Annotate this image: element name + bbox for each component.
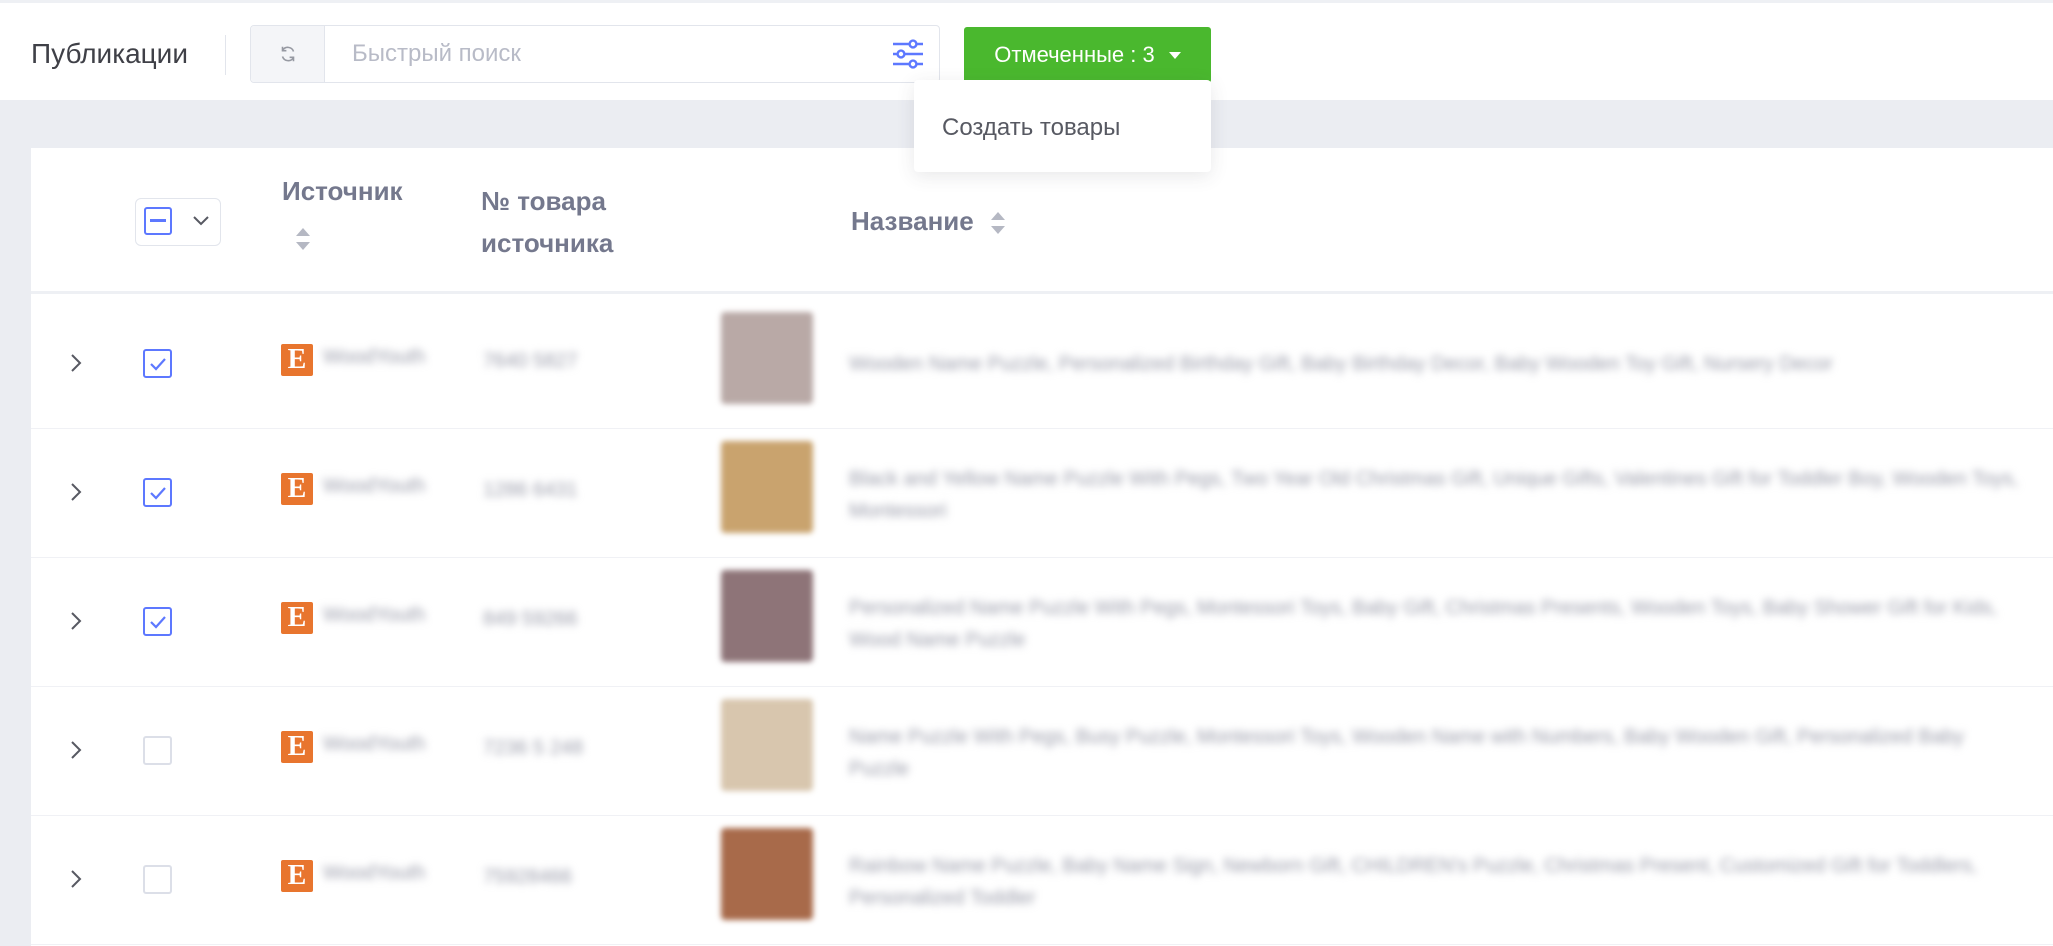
sort-icon bbox=[990, 212, 1005, 235]
caret-down-icon bbox=[1168, 51, 1181, 59]
source-item-number: 849 59266 bbox=[483, 608, 578, 630]
product-thumbnail[interactable] bbox=[721, 699, 813, 791]
marked-dropdown-button[interactable]: Отмеченные : 3 bbox=[964, 27, 1211, 83]
check-icon bbox=[150, 487, 166, 500]
row-checkbox[interactable] bbox=[143, 736, 172, 765]
column-source-label: Источник bbox=[282, 176, 403, 206]
row-checkbox[interactable] bbox=[143, 607, 172, 636]
shop-name: WoodYouth bbox=[323, 862, 426, 884]
shop-name: WoodYouth bbox=[323, 475, 426, 497]
shop-name: WoodYouth bbox=[323, 604, 426, 626]
publications-table: Источник № товара источника Название E W… bbox=[31, 148, 2053, 946]
source-item-number: 1286 6431 bbox=[483, 479, 578, 501]
etsy-icon: E bbox=[281, 473, 313, 505]
refresh-icon bbox=[281, 46, 294, 62]
shop-name: WoodYouth bbox=[323, 733, 426, 755]
search-input[interactable] bbox=[325, 26, 877, 82]
column-name-label: Название bbox=[851, 206, 974, 236]
product-title[interactable]: Wooden Name Puzzle, Personalized Birthda… bbox=[849, 348, 2029, 380]
expand-chevron-icon[interactable] bbox=[69, 739, 83, 761]
marked-label: Отмеченные : 3 bbox=[994, 42, 1155, 67]
column-header-name[interactable]: Название bbox=[851, 200, 1007, 242]
table-row: E WoodYouth 7236 5 248 Name Puzzle With … bbox=[31, 687, 2053, 816]
table-row: E WoodYouth 7640 5827 Wooden Name Puzzle… bbox=[31, 300, 2053, 429]
product-thumbnail[interactable] bbox=[721, 570, 813, 662]
search-group bbox=[250, 25, 940, 83]
table-row: E WoodYouth 1286 6431 Black and Yellow N… bbox=[31, 429, 2053, 558]
refresh-button[interactable] bbox=[251, 26, 325, 82]
table-row: E WoodYouth 849 59266 Personalized Name … bbox=[31, 558, 2053, 687]
filter-sliders-icon bbox=[893, 39, 923, 69]
chevron-down-icon[interactable] bbox=[192, 215, 210, 227]
source-item-number: 7640 5827 bbox=[483, 350, 578, 372]
expand-chevron-icon[interactable] bbox=[69, 868, 83, 890]
product-thumbnail[interactable] bbox=[721, 828, 813, 920]
source-item-number: 7236 5 248 bbox=[483, 737, 584, 759]
row-checkbox[interactable] bbox=[143, 478, 172, 507]
select-all-group[interactable] bbox=[135, 198, 221, 246]
etsy-icon: E bbox=[281, 860, 313, 892]
expand-chevron-icon[interactable] bbox=[69, 352, 83, 374]
etsy-icon: E bbox=[281, 731, 313, 763]
filter-button[interactable] bbox=[877, 26, 939, 82]
product-title[interactable]: Name Puzzle With Pegs, Busy Puzzle, Mont… bbox=[849, 721, 2029, 785]
menu-item-create-products[interactable]: Создать товары bbox=[942, 114, 1120, 142]
product-title[interactable]: Black and Yellow Name Puzzle With Pegs, … bbox=[849, 463, 2029, 527]
check-icon bbox=[150, 358, 166, 371]
sort-icon[interactable] bbox=[294, 226, 312, 252]
product-thumbnail[interactable] bbox=[721, 312, 813, 404]
marked-actions-menu: Создать товары bbox=[914, 80, 1211, 172]
source-item-number: 75928466 bbox=[483, 866, 572, 888]
shop-name: WoodYouth bbox=[323, 346, 426, 368]
column-header-source[interactable]: Источник bbox=[282, 170, 403, 212]
select-all-checkbox[interactable] bbox=[144, 207, 172, 235]
etsy-icon: E bbox=[281, 602, 313, 634]
table-row: E WoodYouth 75928466 Rainbow Name Puzzle… bbox=[31, 816, 2053, 945]
check-icon bbox=[150, 616, 166, 629]
page-title: Публикации bbox=[31, 38, 188, 69]
expand-chevron-icon[interactable] bbox=[69, 481, 83, 503]
row-checkbox[interactable] bbox=[143, 349, 172, 378]
column-header-item-number[interactable]: № товара источника bbox=[481, 180, 711, 264]
product-thumbnail[interactable] bbox=[721, 441, 813, 533]
product-title[interactable]: Personalized Name Puzzle With Pegs, Mont… bbox=[849, 592, 2029, 656]
etsy-icon: E bbox=[281, 344, 313, 376]
title-divider bbox=[225, 35, 226, 75]
product-title[interactable]: Rainbow Name Puzzle, Baby Name Sign, New… bbox=[849, 850, 2029, 914]
row-checkbox[interactable] bbox=[143, 865, 172, 894]
expand-chevron-icon[interactable] bbox=[69, 610, 83, 632]
